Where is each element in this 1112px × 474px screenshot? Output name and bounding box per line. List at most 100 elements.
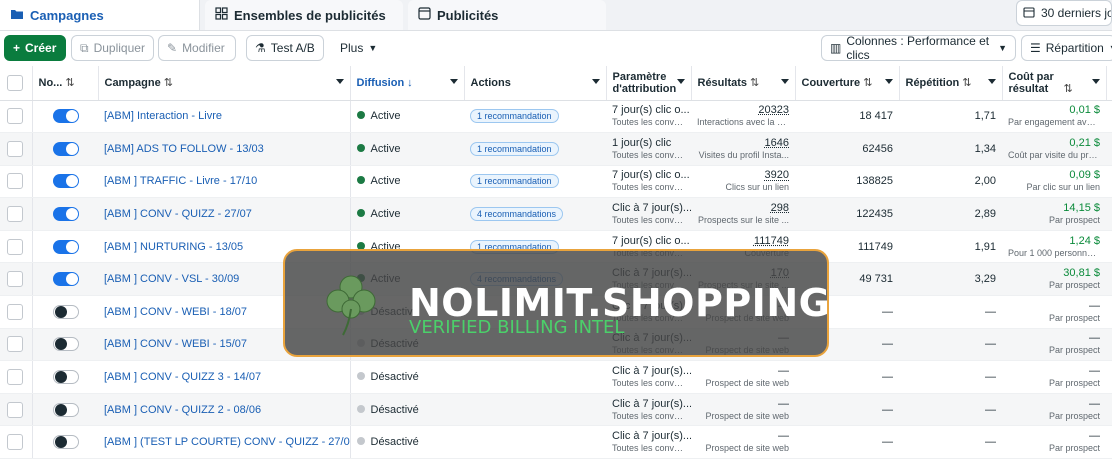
ab-test-button[interactable]: ⚗ Test A/B <box>246 35 324 61</box>
recommendation-badge[interactable]: 4 recommandations <box>470 207 564 222</box>
tab-publicites[interactable]: Publicités <box>408 0 606 30</box>
more-button[interactable]: Plus ▼ <box>332 35 382 61</box>
caret-down-icon[interactable] <box>335 79 344 84</box>
status-toggle[interactable] <box>52 370 79 385</box>
toggle-cell[interactable] <box>32 393 98 427</box>
caret-down-icon[interactable] <box>884 79 893 84</box>
campaign-cell[interactable]: [ABM] ADS TO FOLLOW - 13/03 <box>98 132 350 166</box>
sort-icon[interactable]: ⇅ <box>1064 83 1073 95</box>
toggle-cell[interactable] <box>32 165 98 199</box>
campaign-name-link[interactable]: [ABM ] CONV - VSL - 30/09 <box>104 273 239 285</box>
status-toggle[interactable] <box>52 174 79 189</box>
row-checkbox[interactable] <box>7 336 23 353</box>
frequency-header[interactable]: Répétition ⇅ <box>899 66 1003 101</box>
row-checkbox[interactable] <box>7 434 23 451</box>
status-toggle[interactable] <box>52 141 79 156</box>
status-toggle[interactable] <box>52 239 79 254</box>
recommendation-badge[interactable]: 1 recommandation <box>470 174 559 189</box>
toggle-cell[interactable] <box>32 262 98 297</box>
row-checkbox[interactable] <box>7 303 23 320</box>
duplicate-button[interactable]: ⧉ Dupliquer <box>71 35 154 61</box>
toggle-cell[interactable] <box>32 197 98 231</box>
row-checkbox[interactable] <box>7 369 23 386</box>
table-row[interactable]: [ABM ] TRAFFIC - Livre - 17/10 Active 1 … <box>0 165 1112 199</box>
row-checkbox[interactable] <box>7 206 23 223</box>
toggle-cell[interactable] <box>32 100 98 134</box>
caret-down-icon[interactable] <box>780 79 789 84</box>
campaign-cell[interactable]: [ABM ] TRAFFIC - Livre - 17/10 <box>98 165 350 199</box>
table-row[interactable]: [ABM] ADS TO FOLLOW - 13/03 Active 1 rec… <box>0 132 1112 166</box>
campaign-cell[interactable]: [ABM ] CONV - QUIZZ - 27/07 <box>98 197 350 231</box>
sort-icon[interactable]: ⇅ <box>962 77 971 89</box>
row-checkbox[interactable] <box>7 238 23 255</box>
row-select-cell[interactable] <box>0 230 33 264</box>
row-checkbox[interactable] <box>7 140 23 157</box>
tab-campagnes[interactable]: Campagnes <box>0 0 200 30</box>
status-toggle[interactable] <box>52 435 79 450</box>
status-toggle[interactable] <box>52 272 79 287</box>
row-select-cell[interactable] <box>0 262 33 297</box>
campaign-name-link[interactable]: [ABM ] TRAFFIC - Livre - 17/10 <box>104 175 257 187</box>
tab-ensembles[interactable]: Ensembles de publicités <box>205 0 403 30</box>
table-row[interactable]: [ABM ] CONV - QUIZZ - 27/07 Active 4 rec… <box>0 197 1112 231</box>
status-toggle[interactable] <box>52 304 79 319</box>
toggle-cell[interactable] <box>32 425 98 460</box>
campaign-name-link[interactable]: [ABM ] CONV - QUIZZ - 27/07 <box>104 208 252 220</box>
status-toggle[interactable] <box>52 109 79 124</box>
caret-down-icon[interactable] <box>987 79 996 84</box>
row-checkbox[interactable] <box>7 108 23 125</box>
campaign-name-link[interactable]: [ABM ] (TEST LP COURTE) CONV - QUIZZ - 2… <box>104 436 350 448</box>
row-select-cell[interactable] <box>0 197 33 231</box>
actions-header[interactable]: Actions <box>464 66 607 101</box>
cost-header[interactable]: Coût par résultat ⇅ <box>1002 66 1107 101</box>
campaign-cell[interactable]: [ABM] Interaction - Livre <box>98 100 350 134</box>
row-select-cell[interactable] <box>0 425 33 460</box>
name-header[interactable]: No... ⇅ <box>32 66 99 101</box>
toggle-cell[interactable] <box>32 328 98 362</box>
sort-icon[interactable]: ⇅ <box>750 77 759 89</box>
status-toggle[interactable] <box>52 402 79 417</box>
caret-down-icon[interactable] <box>449 79 458 84</box>
sort-down-icon[interactable]: ↓ <box>407 77 413 89</box>
row-select-cell[interactable] <box>0 295 33 329</box>
caret-down-icon[interactable] <box>591 79 600 84</box>
columns-button[interactable]: ▥ Colonnes : Performance et clics ▼ <box>821 34 1016 62</box>
reach-header[interactable]: Couverture ⇅ <box>795 66 900 101</box>
campaign-name-link[interactable]: [ABM ] CONV - WEBI - 18/07 <box>104 306 247 318</box>
campaign-header[interactable]: Campagne ⇅ <box>98 66 351 101</box>
campaign-name-link[interactable]: [ABM ] CONV - QUIZZ 3 - 14/07 <box>104 371 261 383</box>
row-select-cell[interactable] <box>0 165 33 199</box>
row-select-cell[interactable] <box>0 328 33 362</box>
toggle-cell[interactable] <box>32 230 98 264</box>
table-row[interactable]: [ABM] Interaction - Livre Active 1 recom… <box>0 100 1112 134</box>
edit-button[interactable]: ✎ Modifier <box>158 35 236 61</box>
recommendation-badge[interactable]: 1 recommandation <box>470 141 559 156</box>
campaign-name-link[interactable]: [ABM ] CONV - QUIZZ 2 - 08/06 <box>104 404 261 416</box>
results-header[interactable]: Résultats ⇅ <box>691 66 796 101</box>
breakdown-button[interactable]: ☰ Répartition ▼ <box>1021 35 1112 61</box>
campaign-cell[interactable]: [ABM ] (TEST LP COURTE) CONV - QUIZZ - 2… <box>98 425 350 460</box>
row-checkbox[interactable] <box>7 173 23 190</box>
toggle-cell[interactable] <box>32 132 98 166</box>
create-button[interactable]: + Créer <box>4 35 66 61</box>
date-range-button[interactable]: 30 derniers jours <box>1016 0 1112 26</box>
campaign-name-link[interactable]: [ABM] Interaction - Livre <box>104 110 222 122</box>
select-all-checkbox[interactable] <box>7 74 23 91</box>
campaign-name-link[interactable]: [ABM] ADS TO FOLLOW - 13/03 <box>104 143 264 155</box>
recommendation-badge[interactable]: 1 recommandation <box>470 109 559 124</box>
row-select-cell[interactable] <box>0 393 33 427</box>
delivery-header[interactable]: Diffusion ↓ <box>350 66 465 101</box>
campaign-cell[interactable]: [ABM ] CONV - QUIZZ 2 - 08/06 <box>98 393 350 427</box>
row-select-cell[interactable] <box>0 132 33 166</box>
row-select-cell[interactable] <box>0 360 33 394</box>
sort-icon[interactable]: ⇅ <box>863 77 872 89</box>
campaign-name-link[interactable]: [ABM ] CONV - WEBI - 15/07 <box>104 338 247 350</box>
table-row[interactable]: [ABM ] (TEST LP COURTE) CONV - QUIZZ - 2… <box>0 425 1112 460</box>
row-select-cell[interactable] <box>0 100 33 134</box>
attribution-header[interactable]: Paramètre d'attribution <box>606 66 692 101</box>
toggle-cell[interactable] <box>32 295 98 329</box>
campaign-name-link[interactable]: [ABM ] NURTURING - 13/05 <box>104 241 243 253</box>
row-checkbox[interactable] <box>7 271 23 288</box>
select-all-header[interactable] <box>0 66 33 101</box>
sort-icon[interactable]: ⇅ <box>65 77 74 89</box>
